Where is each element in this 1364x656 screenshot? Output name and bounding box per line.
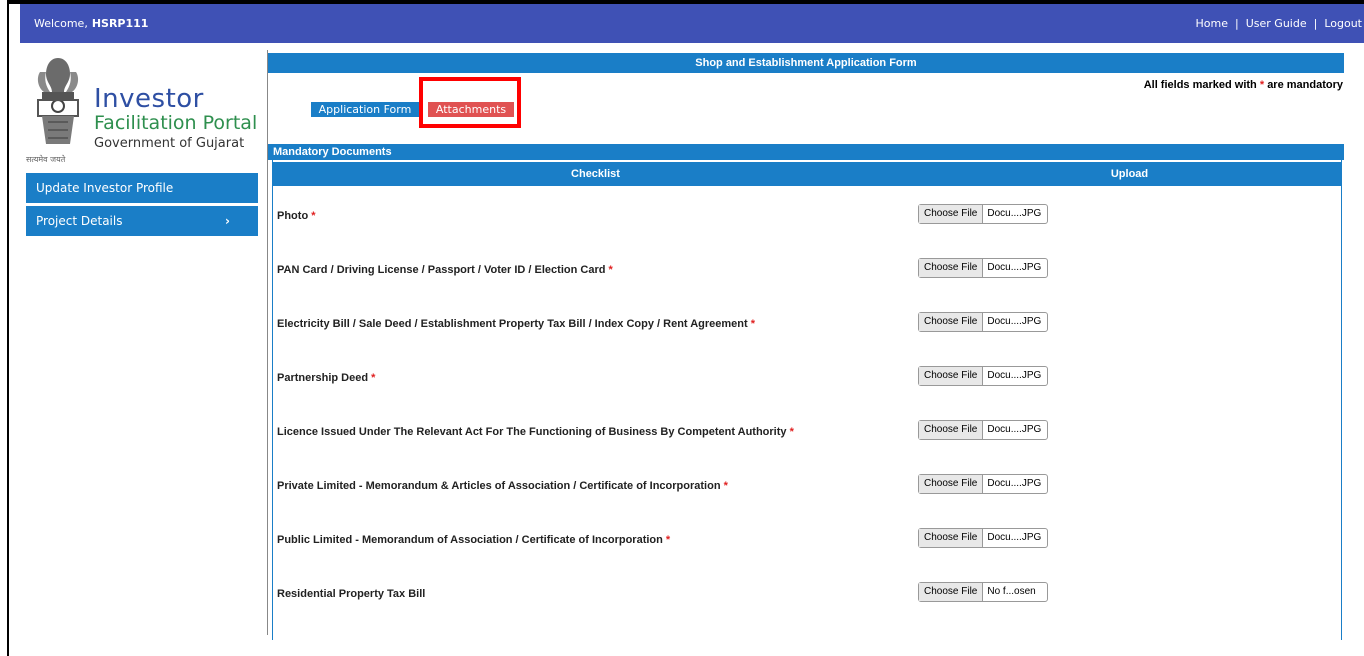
column-header-upload: Upload	[1110, 168, 1149, 180]
choose-file-button[interactable]: Choose File	[919, 205, 984, 223]
window-frame-left	[7, 0, 9, 656]
attachments-tab-highlight	[419, 77, 521, 128]
username: HSRP111	[91, 17, 149, 30]
welcome-label: Welcome,	[34, 17, 88, 30]
address-proof-file-input[interactable]: Choose File Docu....JPG	[918, 312, 1048, 332]
required-marker: *	[750, 318, 756, 330]
public-limited-moa-file-input[interactable]: Choose File Docu....JPG	[918, 528, 1048, 548]
mandatory-note-pre: All fields marked with	[1143, 79, 1257, 91]
document-label: Private Limited - Memorandum & Articles …	[277, 480, 728, 492]
chevron-right-icon: ›	[225, 214, 230, 228]
logout-link[interactable]: Logout	[1324, 17, 1362, 30]
choose-file-button[interactable]: Choose File	[919, 475, 984, 493]
table-row: PAN Card / Driving License / Passport / …	[273, 258, 1341, 284]
sidebar-item-update-investor-profile[interactable]: Update Investor Profile	[26, 173, 258, 203]
document-label: Residential Property Tax Bill	[277, 588, 426, 600]
sidebar-item-label: Project Details	[36, 214, 123, 228]
identity-proof-file-input[interactable]: Choose File Docu....JPG	[918, 258, 1048, 278]
sidebar-item-project-details[interactable]: Project Details ›	[26, 206, 258, 236]
table-row: Licence Issued Under The Relevant Act Fo…	[273, 420, 1341, 446]
table-row: Private Limited - Memorandum & Articles …	[273, 474, 1341, 500]
required-marker: *	[789, 426, 794, 438]
documents-table: Checklist Upload Photo * Choose File Docu…	[272, 160, 1342, 640]
logo-title-investor: Investor	[94, 84, 204, 114]
document-label: Photo *	[277, 210, 316, 222]
top-header-bar: Welcome, HSRP111 Home | User Guide | Logout	[20, 4, 1364, 43]
selected-file-name: Docu....JPG	[987, 478, 1042, 489]
portal-logo[interactable]: Investor Facilitation Portal Government …	[22, 50, 262, 170]
mandatory-fields-note: All fields marked with * are mandatory	[1144, 79, 1343, 91]
required-marker: *	[665, 534, 671, 546]
business-licence-file-input[interactable]: Choose File Docu....JPG	[918, 420, 1048, 440]
choose-file-button[interactable]: Choose File	[919, 313, 984, 331]
required-marker: *	[723, 480, 728, 492]
link-separator: |	[1313, 17, 1318, 30]
private-limited-moa-file-input[interactable]: Choose File Docu....JPG	[918, 474, 1048, 494]
choose-file-button[interactable]: Choose File	[919, 421, 984, 439]
header-links: Home | User Guide | Logout	[1196, 17, 1362, 30]
required-marker: *	[1259, 79, 1265, 91]
selected-file-name: Docu....JPG	[987, 208, 1042, 219]
ashoka-emblem-icon	[37, 58, 79, 144]
choose-file-button[interactable]: Choose File	[919, 583, 984, 601]
form-title: Shop and Establishment Application Form	[268, 53, 1344, 73]
selected-file-name: No f...osen	[987, 586, 1036, 597]
selected-file-name: Docu....JPG	[987, 424, 1042, 435]
logo-subtitle-government: Government of Gujarat	[94, 136, 245, 151]
choose-file-button[interactable]: Choose File	[919, 259, 984, 277]
logo-title-facilitation-portal: Facilitation Portal	[94, 112, 258, 134]
document-label: Public Limited - Memorandum of Associati…	[277, 534, 671, 546]
document-label: PAN Card / Driving License / Passport / …	[277, 264, 613, 276]
table-row: Photo * Choose File Docu....JPG	[273, 204, 1341, 230]
required-marker: *	[311, 210, 316, 222]
choose-file-button[interactable]: Choose File	[919, 367, 984, 385]
link-separator: |	[1235, 17, 1239, 30]
mandatory-note-post: are mandatory	[1267, 79, 1343, 91]
table-header: Checklist Upload	[273, 162, 1341, 186]
selected-file-name: Docu....JPG	[987, 316, 1042, 327]
table-row: Public Limited - Memorandum of Associati…	[273, 528, 1341, 554]
selected-file-name: Docu....JPG	[987, 262, 1042, 273]
home-link[interactable]: Home	[1196, 17, 1228, 30]
user-guide-link[interactable]: User Guide	[1246, 17, 1307, 30]
sidebar-item-label: Update Investor Profile	[36, 181, 174, 195]
document-label: Electricity Bill / Sale Deed / Establish…	[277, 318, 756, 330]
sidebar-nav: Update Investor Profile Project Details …	[26, 173, 258, 239]
residential-tax-bill-file-input[interactable]: Choose File No f...osen	[918, 582, 1048, 602]
welcome-message: Welcome, HSRP111	[34, 17, 148, 30]
photo-file-input[interactable]: Choose File Docu....JPG	[918, 204, 1048, 224]
required-marker: *	[371, 372, 376, 384]
choose-file-button[interactable]: Choose File	[919, 529, 984, 547]
partnership-deed-file-input[interactable]: Choose File Docu....JPG	[918, 366, 1048, 386]
logo-motto: सत्यमेव जयते	[26, 155, 66, 164]
document-label: Licence Issued Under The Relevant Act Fo…	[277, 426, 794, 438]
section-title-mandatory-documents: Mandatory Documents	[268, 144, 1344, 160]
selected-file-name: Docu....JPG	[987, 370, 1042, 381]
column-header-checklist: Checklist	[571, 168, 620, 180]
table-row: Electricity Bill / Sale Deed / Establish…	[273, 312, 1341, 338]
tab-application-form[interactable]: Application Form	[311, 102, 419, 117]
table-row: Partnership Deed * Choose File Docu....JP…	[273, 366, 1341, 392]
selected-file-name: Docu....JPG	[987, 532, 1042, 543]
document-label: Partnership Deed *	[277, 372, 376, 384]
required-marker: *	[608, 264, 613, 276]
content-divider	[267, 50, 268, 635]
table-row: Residential Property Tax Bill Choose Fil…	[273, 582, 1341, 608]
